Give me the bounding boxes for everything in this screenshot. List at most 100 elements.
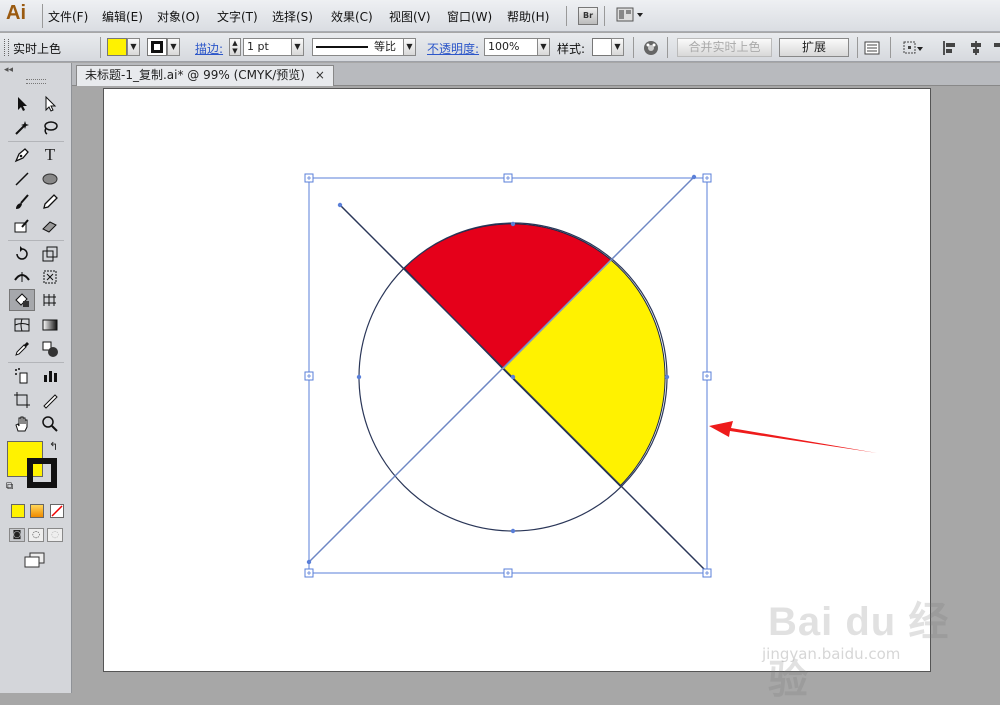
stroke-profile-dropdown[interactable]: ▼ (403, 38, 416, 56)
symbol-sprayer-tool-icon[interactable] (10, 365, 34, 387)
mode-label: 实时上色 (13, 42, 62, 56)
stroke-dropdown-arrow[interactable]: ▼ (167, 38, 180, 56)
column-graph-tool-icon[interactable] (38, 365, 62, 387)
menu-select[interactable]: 选择(S) (272, 8, 313, 25)
style-dropdown[interactable]: ▼ (611, 38, 624, 56)
type-tool-icon[interactable]: T (38, 144, 62, 166)
stroke-square-icon (151, 41, 163, 53)
control-separator (667, 37, 668, 58)
gradient-mode-icon[interactable] (30, 504, 44, 518)
recolor-artwork-icon[interactable] (643, 40, 659, 56)
document-setup-icon[interactable] (864, 40, 880, 56)
transform-grid-icon[interactable] (902, 40, 924, 56)
slice-tool-icon[interactable] (38, 389, 62, 411)
menu-edit[interactable]: 编辑(E) (102, 8, 143, 25)
line-segment-tool-icon[interactable] (10, 168, 34, 190)
stroke-weight-dropdown[interactable]: ▼ (291, 38, 304, 56)
align-left-icon[interactable] (942, 40, 958, 56)
tool-separator (8, 141, 64, 142)
control-separator (633, 37, 634, 58)
workspace-switcher-icon[interactable] (616, 6, 646, 24)
align-center-icon[interactable] (968, 40, 984, 56)
screen-mode-icon[interactable] (23, 552, 47, 568)
opacity-dropdown[interactable]: ▼ (537, 38, 550, 56)
menu-object[interactable]: 对象(O) (157, 8, 200, 25)
blend-tool-icon[interactable] (38, 338, 62, 360)
fill-dropdown-arrow[interactable]: ▼ (127, 38, 140, 56)
width-tool-icon[interactable] (10, 266, 34, 288)
magic-wand-tool-icon[interactable] (10, 117, 34, 139)
menu-window[interactable]: 窗口(W) (447, 8, 492, 25)
ellipse-tool-icon[interactable] (38, 168, 62, 190)
gradient-tool-icon[interactable] (38, 314, 62, 336)
pen-tool-icon[interactable] (10, 144, 34, 166)
direct-selection-tool-icon[interactable] (38, 93, 62, 115)
default-fill-stroke-icon[interactable]: ⧉ (6, 481, 13, 492)
control-bar: 实时上色 ▼ ▼ 描边: ▲ ▼ 1 pt ▼ 等比 ▼ 不透明度: 100% ▼… (0, 33, 1000, 62)
tool-separator (8, 240, 64, 241)
menu-file[interactable]: 文件(F) (48, 8, 88, 25)
stroke-profile-field[interactable]: 等比 (312, 38, 404, 56)
rotate-tool-icon[interactable] (10, 243, 34, 265)
color-mode-icon[interactable] (11, 504, 25, 518)
document-tab-bar: 未标题-1_复制.ai* @ 99% (CMYK/预览) × (72, 63, 1000, 86)
bridge-button[interactable]: Br (578, 7, 598, 25)
perspective-grid-tool-icon[interactable] (38, 289, 62, 311)
control-bar-grip (4, 39, 9, 56)
free-transform-tool-icon[interactable] (38, 266, 62, 288)
watermark-url: jingyan.baidu.com (762, 645, 901, 663)
menu-separator (42, 4, 43, 28)
stroke-color-swatch[interactable] (147, 38, 167, 56)
fill-color-swatch[interactable] (107, 38, 127, 56)
control-separator (100, 37, 101, 58)
menu-effect[interactable]: 效果(C) (331, 8, 373, 25)
control-separator (890, 37, 891, 58)
document-tab[interactable]: 未标题-1_复制.ai* @ 99% (CMYK/预览) × (76, 65, 334, 86)
stroke-weight-field[interactable]: 1 pt (243, 38, 292, 56)
tools-panel: ◂◂ T ↰ ⧉ ◙ ◌ ◌ (0, 63, 72, 693)
stroke-label[interactable]: 描边: (195, 40, 223, 57)
menu-help[interactable]: 帮助(H) (507, 8, 549, 25)
blob-brush-tool-icon[interactable] (10, 215, 34, 237)
opacity-label[interactable]: 不透明度: (427, 40, 479, 57)
artboard-tool-icon[interactable] (10, 389, 34, 411)
stroke-color-box[interactable] (27, 458, 57, 488)
draw-behind-icon[interactable]: ◌ (28, 528, 44, 542)
menu-type[interactable]: 文字(T) (217, 8, 258, 25)
draw-inside-icon[interactable]: ◌ (47, 528, 63, 542)
merge-live-paint-button[interactable]: 合并实时上色 (677, 38, 772, 57)
app-logo: Ai (6, 2, 26, 24)
mesh-tool-icon[interactable] (10, 314, 34, 336)
control-separator (857, 37, 858, 58)
swap-fill-stroke-icon[interactable]: ↰ (49, 440, 58, 453)
panel-grip[interactable] (26, 79, 46, 84)
live-paint-bucket-tool-icon[interactable] (9, 289, 35, 311)
menu-separator (566, 6, 567, 26)
collapse-panel-icon[interactable]: ◂◂ (4, 65, 13, 75)
menu-view[interactable]: 视图(V) (389, 8, 431, 25)
close-tab-icon[interactable]: × (315, 68, 325, 82)
expand-button[interactable]: 扩展 (779, 38, 849, 57)
selection-tool-icon[interactable] (10, 93, 34, 115)
zoom-tool-icon[interactable] (38, 413, 62, 435)
none-mode-icon[interactable] (50, 504, 64, 518)
paintbrush-tool-icon[interactable] (10, 191, 34, 213)
menu-separator (604, 6, 605, 26)
style-label: 样式: (557, 42, 586, 56)
stroke-weight-stepper[interactable]: ▲ ▼ (229, 38, 241, 56)
lasso-tool-icon[interactable] (38, 117, 62, 139)
scale-tool-icon[interactable] (38, 243, 62, 265)
align-right-icon[interactable] (992, 40, 1000, 56)
stroke-profile-label: 等比 (374, 40, 396, 53)
baidu-watermark: Bai du 经验 jingyan.baidu.com (760, 585, 950, 702)
graphic-style-swatch[interactable] (592, 38, 612, 56)
eyedropper-tool-icon[interactable] (10, 338, 34, 360)
eraser-tool-icon[interactable] (38, 215, 62, 237)
document-tab-title: 未标题-1_复制.ai* @ 99% (CMYK/预览) (85, 68, 305, 82)
tool-separator (8, 362, 64, 363)
menu-bar: Ai 文件(F) 编辑(E) 对象(O) 文字(T) 选择(S) 效果(C) 视… (0, 0, 1000, 32)
pencil-tool-icon[interactable] (38, 191, 62, 213)
draw-normal-icon[interactable]: ◙ (9, 528, 25, 542)
opacity-field[interactable]: 100% (484, 38, 538, 56)
hand-tool-icon[interactable] (10, 413, 34, 435)
